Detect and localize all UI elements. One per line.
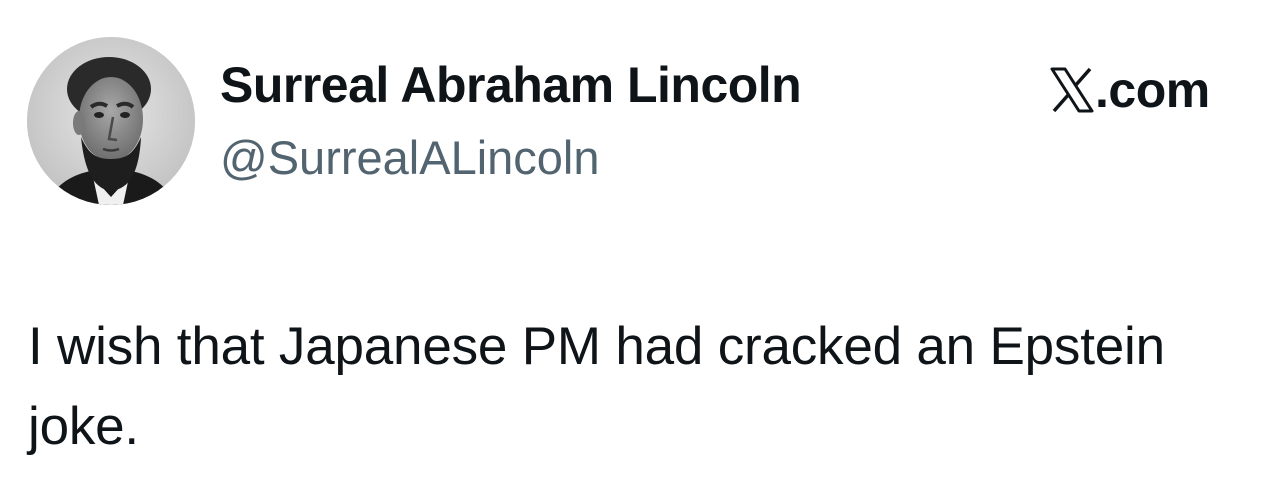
tweet-card: Surreal Abraham Lincoln @SurrealALincoln… — [0, 0, 1263, 498]
portrait-avatar-image — [27, 37, 195, 205]
brand-domain-suffix: .com — [1095, 62, 1210, 118]
avatar[interactable] — [27, 37, 195, 205]
brand-watermark: .com — [1050, 64, 1210, 116]
x-logo-icon — [1050, 67, 1094, 113]
author-display-name[interactable]: Surreal Abraham Lincoln — [220, 60, 802, 110]
tweet-text: I wish that Japanese PM had cracked an E… — [28, 317, 1165, 456]
author-handle[interactable]: @SurrealALincoln — [220, 134, 600, 181]
